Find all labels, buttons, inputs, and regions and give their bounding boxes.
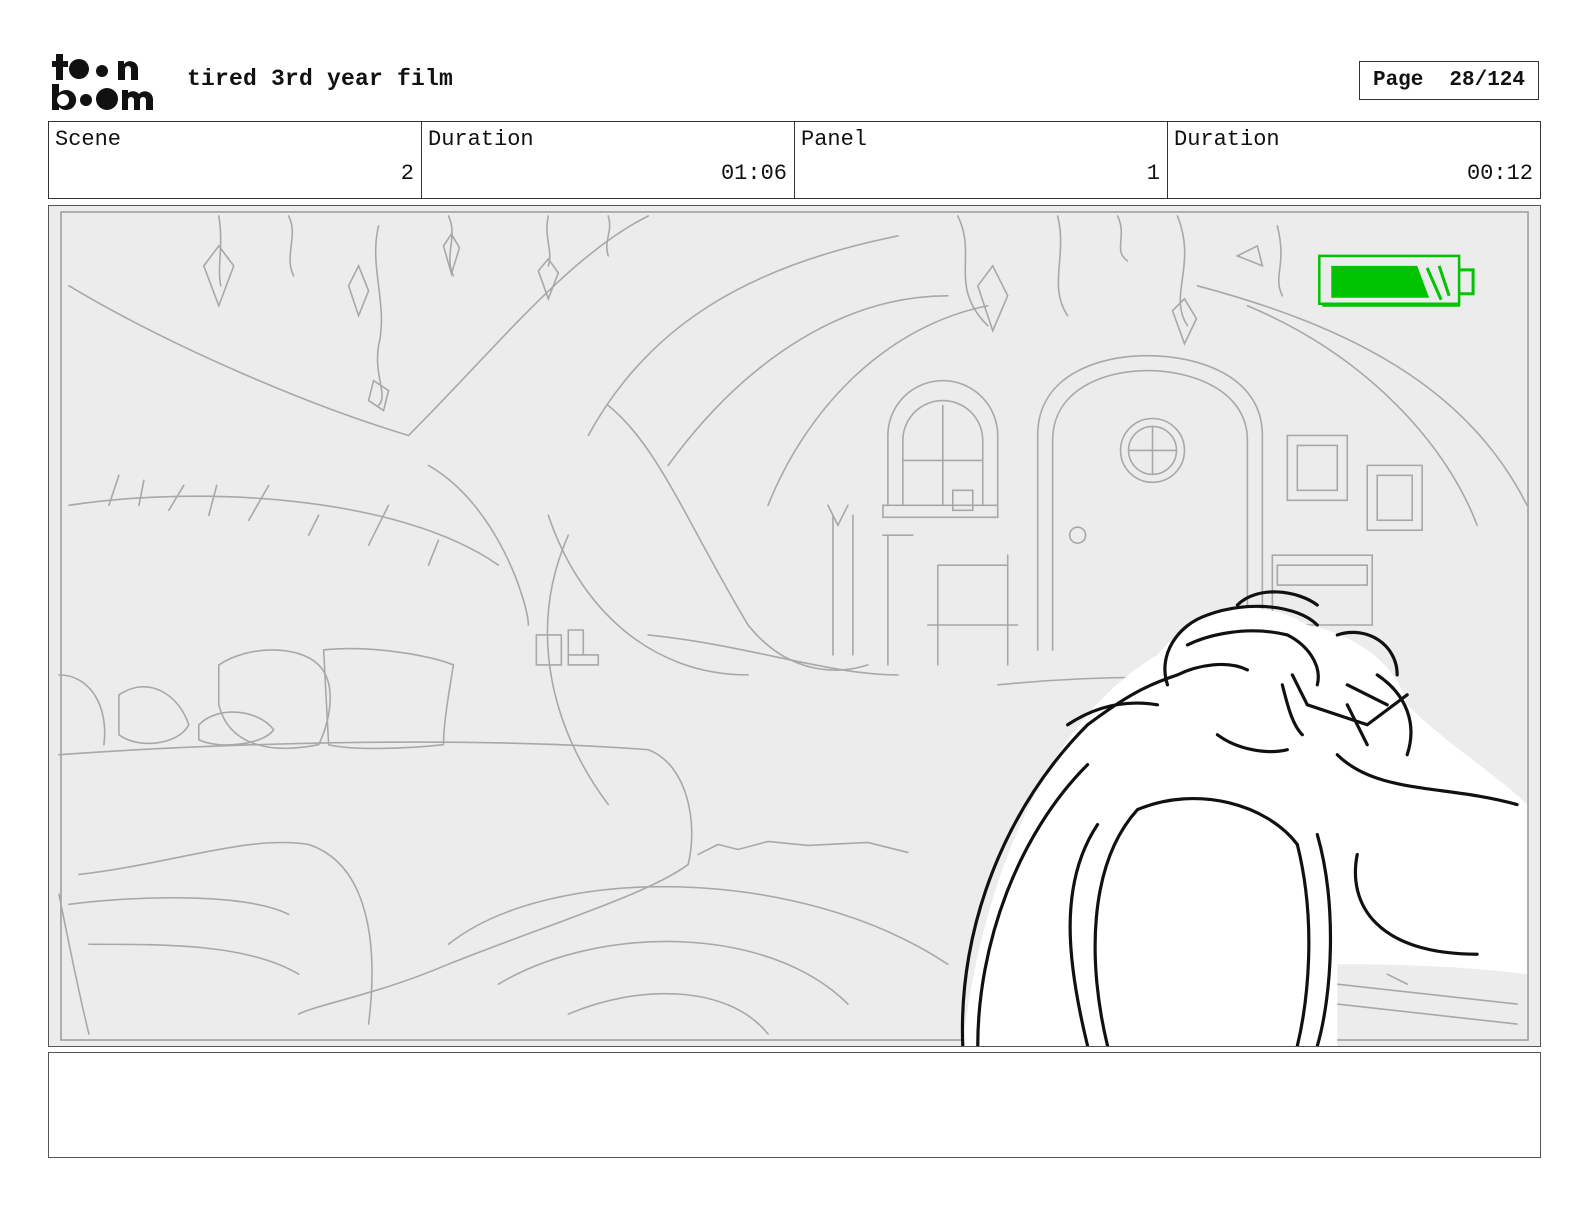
page-indicator: Page 28/124 (1359, 61, 1539, 100)
panel-cell: Panel 1 (795, 122, 1168, 198)
scene-duration-cell: Duration 01:06 (422, 122, 795, 198)
panel-value: 1 (1146, 161, 1160, 186)
panel-duration-value: 00:12 (1466, 161, 1533, 186)
scene-info-row: Scene 2 Duration 01:06 Panel 1 Duration … (48, 121, 1541, 199)
scene-value: 2 (400, 161, 414, 186)
page-number: 28/124 (1449, 69, 1526, 92)
page-label: Page (1372, 69, 1424, 92)
toonboom-logo (52, 50, 164, 112)
panel-duration-cell: Duration 00:12 (1168, 122, 1540, 198)
scene-duration-value: 01:06 (720, 161, 787, 186)
project-title: tired 3rd year film (187, 66, 454, 92)
scene-label: Scene (55, 127, 122, 152)
storyboard-panel (48, 205, 1541, 1047)
panel-label: Panel (801, 127, 868, 152)
panel-sketch (49, 206, 1540, 1046)
scene-cell: Scene 2 (49, 122, 422, 198)
panel-duration-label: Duration (1174, 127, 1280, 152)
scene-duration-label: Duration (428, 127, 534, 152)
panel-notes-box (48, 1052, 1541, 1158)
